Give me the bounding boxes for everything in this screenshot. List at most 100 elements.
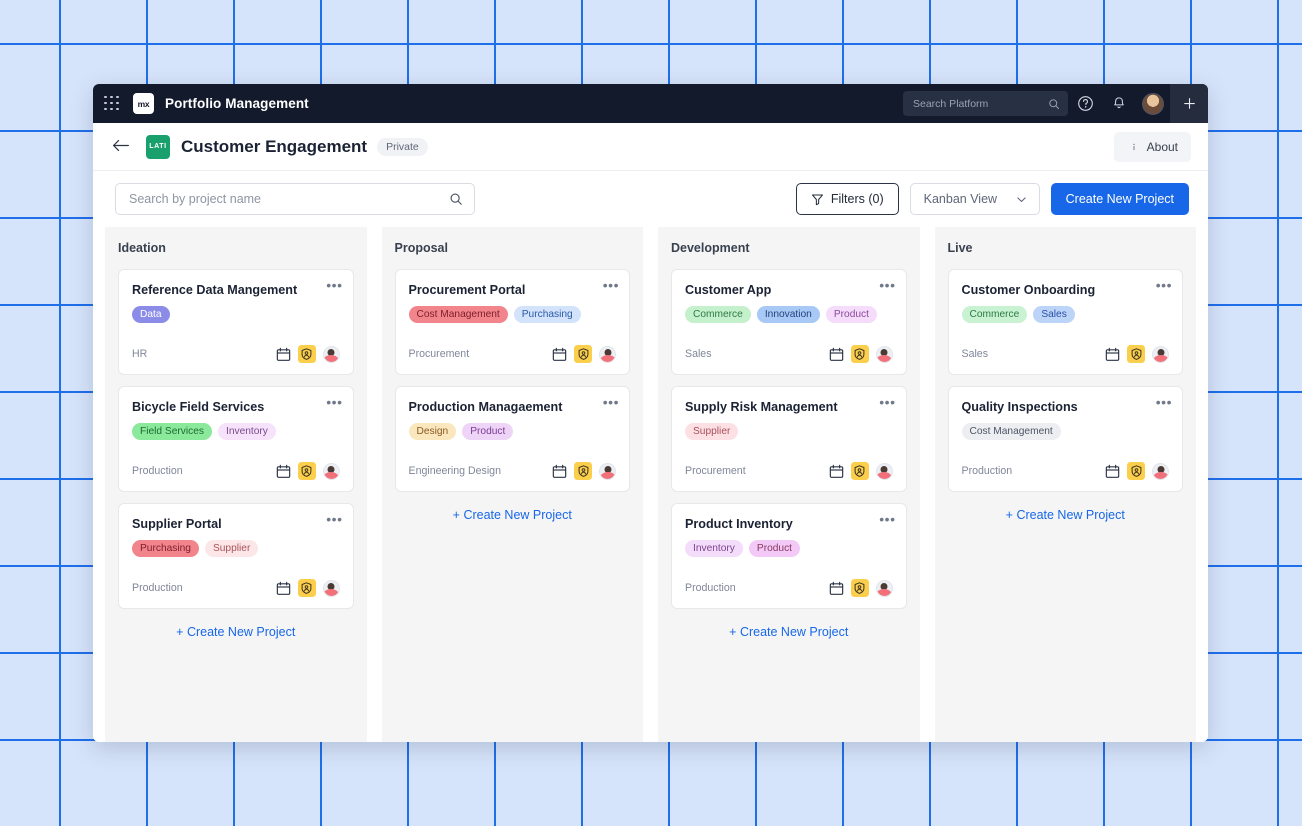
create-new-project-link[interactable]: + Create New Project: [671, 620, 907, 639]
app-window: mx Portfolio Management Search Platform: [93, 84, 1208, 742]
notifications-button[interactable]: [1102, 84, 1136, 123]
project-card[interactable]: ••• Customer App Commerce Innovation Product…: [671, 269, 907, 375]
filters-label: Filters (0): [830, 192, 884, 206]
calendar-icon: [1105, 464, 1120, 478]
shield-badge-icon: [297, 579, 316, 597]
project-search-input[interactable]: Search by project name: [115, 183, 475, 215]
assignee-avatar-icon[interactable]: [875, 462, 893, 480]
project-tag[interactable]: Purchasing: [513, 306, 581, 323]
assignee-avatar-icon[interactable]: [875, 579, 893, 597]
assignee-avatar-icon[interactable]: [599, 345, 616, 363]
project-tag[interactable]: Cost Management: [961, 423, 1061, 440]
project-tag[interactable]: Supplier: [204, 540, 259, 557]
funnel-icon: [811, 193, 823, 205]
project-tag[interactable]: Inventory: [685, 540, 743, 557]
project-card-icons: [1105, 345, 1169, 363]
project-card[interactable]: ••• Customer Onboarding Commerce Sales Sales: [947, 269, 1183, 375]
top-navigation-actions: Search Platform: [903, 84, 1208, 123]
project-card-tags: Design Product: [408, 423, 617, 440]
project-card[interactable]: ••• Supply Risk Management Supplier Procure…: [671, 386, 907, 492]
project-card-footer: HR: [132, 345, 340, 363]
project-card-title: Production Managaement: [408, 400, 563, 414]
card-menu-icon[interactable]: •••: [879, 278, 895, 292]
project-tag[interactable]: Data: [132, 306, 170, 323]
create-new-project-button[interactable]: Create New Project: [1050, 183, 1189, 215]
platform-search-input[interactable]: Search Platform: [903, 91, 1068, 116]
project-department: Sales: [961, 348, 989, 360]
project-department: HR: [132, 348, 148, 360]
card-menu-icon[interactable]: •••: [879, 512, 895, 526]
project-card-footer: Production: [962, 462, 1169, 480]
project-tag[interactable]: Commerce: [961, 306, 1028, 323]
calendar-icon: [552, 464, 567, 478]
project-tag[interactable]: Sales: [1033, 306, 1075, 323]
assignee-avatar-icon[interactable]: [1152, 345, 1169, 363]
toolbar-actions: Filters (0) Kanban View Create New Proje…: [795, 183, 1189, 215]
project-card-title: Customer App: [685, 283, 772, 297]
project-card[interactable]: ••• Reference Data Mangement Data HR: [118, 269, 354, 375]
app-title: Portfolio Management: [165, 96, 309, 111]
card-menu-icon[interactable]: •••: [1156, 278, 1172, 292]
filters-button[interactable]: Filters (0): [795, 183, 899, 215]
project-card-title: Quality Inspections: [961, 400, 1078, 414]
assignee-avatar-icon[interactable]: [599, 462, 616, 480]
create-new-project-link[interactable]: + Create New Project: [395, 503, 631, 522]
project-card-icons: [552, 345, 616, 363]
card-menu-icon[interactable]: •••: [603, 278, 619, 292]
project-tag[interactable]: Product: [462, 423, 514, 440]
shield-badge-icon: [574, 345, 592, 363]
back-button[interactable]: [112, 138, 130, 156]
project-card[interactable]: ••• Procurement Portal Cost Management Purc…: [394, 269, 630, 375]
card-menu-icon[interactable]: •••: [326, 512, 342, 526]
project-card[interactable]: ••• Quality Inspections Cost Management Pro…: [947, 386, 1183, 492]
project-card[interactable]: ••• Product Inventory Inventory Product Prod…: [671, 503, 907, 609]
project-card-icons: [1105, 462, 1169, 480]
project-tag[interactable]: Commerce: [685, 306, 751, 323]
card-menu-icon[interactable]: •••: [326, 395, 342, 409]
project-tag[interactable]: Innovation: [756, 306, 820, 323]
project-card-icons: [829, 462, 893, 480]
project-tag[interactable]: Field Services: [132, 423, 212, 440]
card-menu-icon[interactable]: •••: [326, 278, 342, 292]
card-menu-icon[interactable]: •••: [1156, 395, 1172, 409]
assignee-avatar-icon[interactable]: [1152, 462, 1169, 480]
project-department: Engineering Design: [408, 465, 501, 477]
view-mode-select[interactable]: Kanban View: [909, 183, 1040, 215]
kanban-column-title: Ideation: [118, 241, 166, 255]
shield-badge-icon: [850, 579, 869, 597]
project-card-tags: Commerce Sales: [961, 306, 1170, 323]
project-card-icons: [276, 462, 340, 480]
assignee-avatar-icon[interactable]: [322, 579, 340, 597]
grid-apps-icon[interactable]: [104, 95, 120, 112]
about-button[interactable]: About: [1113, 131, 1191, 162]
create-new-project-link[interactable]: + Create New Project: [948, 503, 1184, 522]
help-button[interactable]: [1068, 84, 1102, 123]
project-card-footer: Procurement: [685, 462, 893, 480]
shield-badge-icon: [297, 345, 316, 363]
project-card-footer: Sales: [961, 345, 1169, 363]
card-menu-icon[interactable]: •••: [603, 395, 619, 409]
project-card[interactable]: ••• Production Managaement Design Product En…: [394, 386, 630, 492]
assignee-avatar-icon[interactable]: [322, 345, 340, 363]
project-tag[interactable]: Cost Management: [408, 306, 508, 323]
project-tag[interactable]: Purchasing: [132, 540, 199, 557]
card-menu-icon[interactable]: •••: [879, 395, 895, 409]
calendar-icon: [276, 464, 290, 478]
shield-badge-icon: [297, 462, 316, 480]
project-tag[interactable]: Product: [748, 540, 801, 557]
project-card[interactable]: ••• Bicycle Field Services Field Services I…: [118, 386, 354, 492]
project-card-tags: Purchasing Supplier: [132, 540, 340, 557]
project-tag[interactable]: Supplier: [685, 423, 739, 440]
project-card-footer: Engineering Design: [408, 462, 616, 480]
add-button[interactable]: [1170, 84, 1208, 123]
assignee-avatar-icon[interactable]: [875, 345, 893, 363]
project-tag[interactable]: Product: [825, 306, 877, 323]
create-new-project-link[interactable]: + Create New Project: [118, 620, 354, 639]
user-avatar-button[interactable]: [1136, 84, 1170, 123]
assignee-avatar-icon[interactable]: [322, 462, 340, 480]
project-tag[interactable]: Design: [408, 423, 457, 440]
shield-badge-icon: [574, 462, 592, 480]
project-card-icons: [829, 579, 893, 597]
project-tag[interactable]: Inventory: [217, 423, 276, 440]
project-card[interactable]: ••• Supplier Portal Purchasing Supplier Prod…: [118, 503, 354, 609]
